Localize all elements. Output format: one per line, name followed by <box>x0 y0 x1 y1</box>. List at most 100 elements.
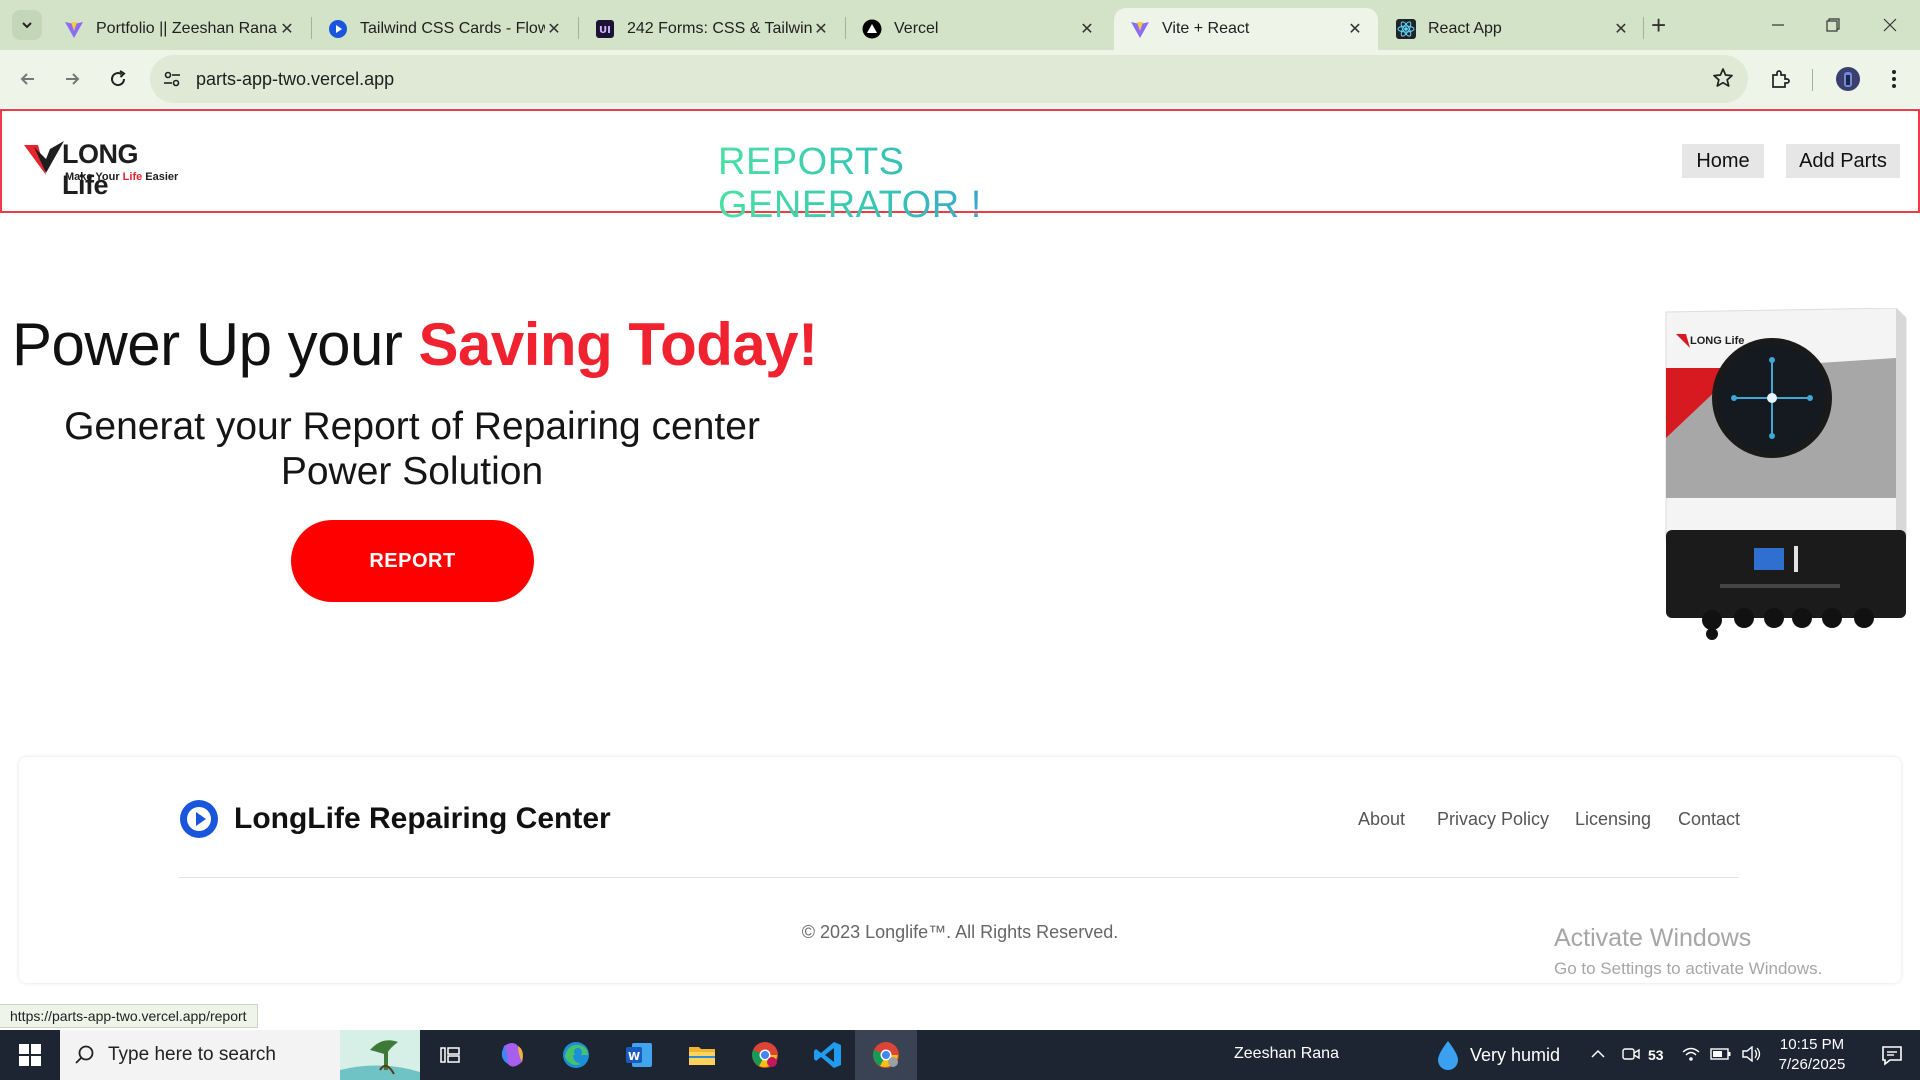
tab-title: Portfolio || Zeeshan Rana <box>96 20 277 37</box>
close-icon[interactable]: ✕ <box>1612 19 1630 39</box>
footer-brand[interactable]: LongLife Repairing Center <box>234 802 611 836</box>
minimize-icon <box>1772 24 1784 26</box>
browser-menu-button[interactable] <box>1878 63 1910 95</box>
windows-logo-icon <box>19 1044 41 1066</box>
brand-play-icon <box>180 800 218 838</box>
browser-tab[interactable]: React App ✕ <box>1380 8 1644 50</box>
task-view-button[interactable] <box>422 1030 478 1080</box>
site-settings-icon[interactable] <box>160 67 184 91</box>
water-drop-icon <box>1438 1041 1458 1070</box>
volume-icon[interactable] <box>1741 1045 1762 1065</box>
browser-tab[interactable]: Portfolio || Zeeshan Rana ✕ <box>48 8 310 50</box>
edge-icon <box>563 1042 589 1068</box>
weather-widget[interactable]: Very humid <box>1436 1040 1560 1070</box>
vite-icon <box>1130 19 1150 39</box>
taskbar-chrome-active[interactable] <box>855 1030 917 1080</box>
bookmark-star-icon[interactable] <box>1712 67 1734 94</box>
footer-link-licensing[interactable]: Licensing <box>1575 809 1651 830</box>
taskbar-file-explorer[interactable] <box>674 1030 730 1080</box>
windows-taskbar: Type here to search W Zeeshan Rana Very … <box>0 1030 1920 1080</box>
svg-text:W: W <box>628 1050 640 1063</box>
footer-link-about[interactable]: About <box>1358 809 1405 830</box>
chevron-up-icon[interactable] <box>1590 1046 1606 1065</box>
url-text[interactable]: parts-app-two.vercel.app <box>196 69 394 90</box>
link-status-bar: https://parts-app-two.vercel.app/report <box>0 1004 258 1028</box>
taskbar-edge[interactable] <box>548 1030 604 1080</box>
taskbar-clock[interactable]: 10:15 PM 7/26/2025 <box>1776 1035 1848 1075</box>
hero-headline-accent: Saving Today! <box>418 311 819 378</box>
wifi-icon[interactable] <box>1682 1046 1700 1065</box>
search-icon <box>75 1045 94 1064</box>
flowbite-icon <box>328 19 348 39</box>
reload-icon <box>111 70 126 87</box>
battery-icon[interactable] <box>1709 1047 1732 1064</box>
toolbar-divider <box>1812 69 1813 91</box>
forward-button[interactable] <box>56 63 88 95</box>
browser-tab[interactable]: Vercel ✕ <box>846 8 1110 50</box>
page-title: REPORTS GENERATOR ! <box>718 141 1148 227</box>
chrome-icon <box>873 1042 899 1068</box>
clock-time: 10:15 PM <box>1779 1036 1845 1053</box>
browser-tab[interactable]: Tailwind CSS Cards - Flowbite ✕ <box>312 8 577 50</box>
avatar-icon <box>1836 67 1860 91</box>
profile-avatar[interactable] <box>1832 63 1864 95</box>
nav-add-parts-button[interactable]: Add Parts <box>1786 144 1900 178</box>
longlife-logo[interactable]: LONG Life Make Your Life Easier <box>24 139 184 200</box>
tagline-part: Easier <box>142 171 179 183</box>
tab-title: React App <box>1428 20 1502 37</box>
restore-button[interactable] <box>1813 10 1853 40</box>
close-icon[interactable]: ✕ <box>1078 19 1096 39</box>
arrow-right-icon <box>66 73 80 85</box>
tray-count[interactable]: 53 <box>1648 1047 1664 1063</box>
browser-tab[interactable]: UI 242 Forms: CSS & Tailwind ✕ <box>579 8 844 50</box>
meet-now-icon[interactable] <box>1622 1046 1640 1065</box>
notification-icon <box>1882 1046 1902 1066</box>
search-highlight-tree-icon <box>340 1030 420 1080</box>
browser-tab-active[interactable]: Vite + React ✕ <box>1114 8 1378 50</box>
copilot-icon <box>501 1043 523 1067</box>
activate-windows-watermark: Activate Windows Go to Settings to activ… <box>1554 924 1822 979</box>
address-bar[interactable]: parts-app-two.vercel.app <box>150 55 1748 103</box>
tab-title: Vite + React <box>1162 20 1250 37</box>
footer-link-contact[interactable]: Contact <box>1678 809 1740 830</box>
taskbar-word[interactable]: W <box>611 1030 667 1080</box>
minimize-button[interactable] <box>1758 10 1798 40</box>
back-button[interactable] <box>12 63 44 95</box>
watermark-subtitle: Go to Settings to activate Windows. <box>1554 959 1823 978</box>
inverter-product-image: LONG Life <box>1665 308 1907 640</box>
logo-long-text: LONG <box>62 139 139 169</box>
chevron-down-icon <box>22 22 32 29</box>
logo-tagline: Make Your Life Easier <box>65 171 178 183</box>
task-view-icon <box>440 1047 460 1063</box>
taskbar-copilot[interactable] <box>485 1030 541 1080</box>
puzzle-icon <box>1772 70 1790 88</box>
close-icon[interactable]: ✕ <box>1346 19 1364 39</box>
reload-button[interactable] <box>102 63 134 95</box>
system-tray: 53 <box>1590 1030 1762 1080</box>
notifications-button[interactable] <box>1864 1030 1920 1080</box>
footer-link-privacy-policy[interactable]: Privacy Policy <box>1437 809 1549 830</box>
restore-icon <box>1826 18 1840 32</box>
report-button[interactable]: REPORT <box>291 520 534 602</box>
close-icon[interactable]: ✕ <box>812 19 830 39</box>
browser-toolbar: parts-app-two.vercel.app <box>0 50 1920 108</box>
tab-search-button[interactable] <box>12 10 42 40</box>
site-header: LONG Life Make Your Life Easier REPORTS … <box>0 109 1920 226</box>
new-tab-button[interactable]: + <box>1651 12 1666 38</box>
taskbar-vscode[interactable] <box>800 1030 856 1080</box>
vite-icon <box>64 19 84 39</box>
start-button[interactable] <box>0 1030 60 1080</box>
browser-tab-bar: Portfolio || Zeeshan Rana ✕ Tailwind CSS… <box>0 0 1920 50</box>
nav-home-button[interactable]: Home <box>1682 144 1764 178</box>
folder-icon <box>689 1047 715 1065</box>
close-window-button[interactable] <box>1870 10 1910 40</box>
kebab-menu-icon <box>1892 70 1896 88</box>
extensions-button[interactable] <box>1764 63 1796 95</box>
taskbar-search-box[interactable]: Type here to search <box>60 1030 420 1080</box>
taskbar-user-name[interactable]: Zeeshan Rana <box>1234 1045 1339 1063</box>
close-icon[interactable]: ✕ <box>278 19 296 39</box>
tab-title: 242 Forms: CSS & Tailwind <box>627 20 812 37</box>
tab-divider <box>1643 17 1644 39</box>
taskbar-chrome-profile[interactable] <box>737 1030 793 1080</box>
close-icon[interactable]: ✕ <box>545 19 563 39</box>
